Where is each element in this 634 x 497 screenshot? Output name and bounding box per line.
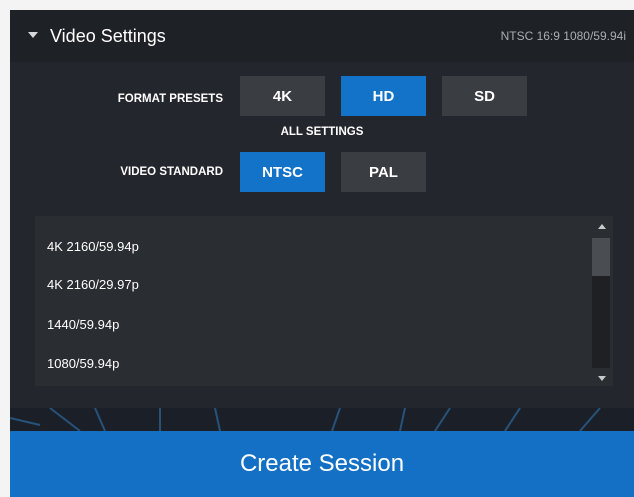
app-frame: Video Settings NTSC 16:9 1080/59.94i FOR… xyxy=(10,10,634,497)
arrow-up-icon[interactable] xyxy=(598,224,606,229)
list-item[interactable]: 1080/59.94p xyxy=(47,355,119,373)
all-settings-label: ALL SETTINGS xyxy=(280,126,364,138)
list-item[interactable]: 1440/59.94p xyxy=(47,316,119,334)
format-list[interactable]: 4K 2160/59.94p 4K 2160/29.97p 1440/59.94… xyxy=(35,216,613,386)
preset-hd-button[interactable]: HD xyxy=(341,76,426,116)
preset-4k-button[interactable]: 4K xyxy=(240,76,325,116)
video-standard-label: VIDEO STANDARD xyxy=(120,166,223,178)
format-summary: NTSC 16:9 1080/59.94i xyxy=(500,29,626,43)
standard-pal-button[interactable]: PAL xyxy=(341,152,426,192)
preset-sd-button[interactable]: SD xyxy=(442,76,527,116)
caret-down-icon[interactable] xyxy=(28,32,38,38)
scrollbar-thumb[interactable] xyxy=(592,238,610,276)
list-item[interactable]: 4K 2160/59.94p xyxy=(47,238,139,256)
create-session-button[interactable]: Create Session xyxy=(10,431,634,497)
standard-ntsc-button[interactable]: NTSC xyxy=(240,152,325,192)
video-settings-panel: Video Settings NTSC 16:9 1080/59.94i FOR… xyxy=(10,10,634,408)
list-item[interactable]: 4K 2160/29.97p xyxy=(47,276,139,294)
format-presets-label: FORMAT PRESETS xyxy=(117,93,223,105)
video-settings-header[interactable]: Video Settings NTSC 16:9 1080/59.94i xyxy=(10,10,634,62)
arrow-down-icon[interactable] xyxy=(598,376,606,381)
panel-title: Video Settings xyxy=(50,26,166,46)
